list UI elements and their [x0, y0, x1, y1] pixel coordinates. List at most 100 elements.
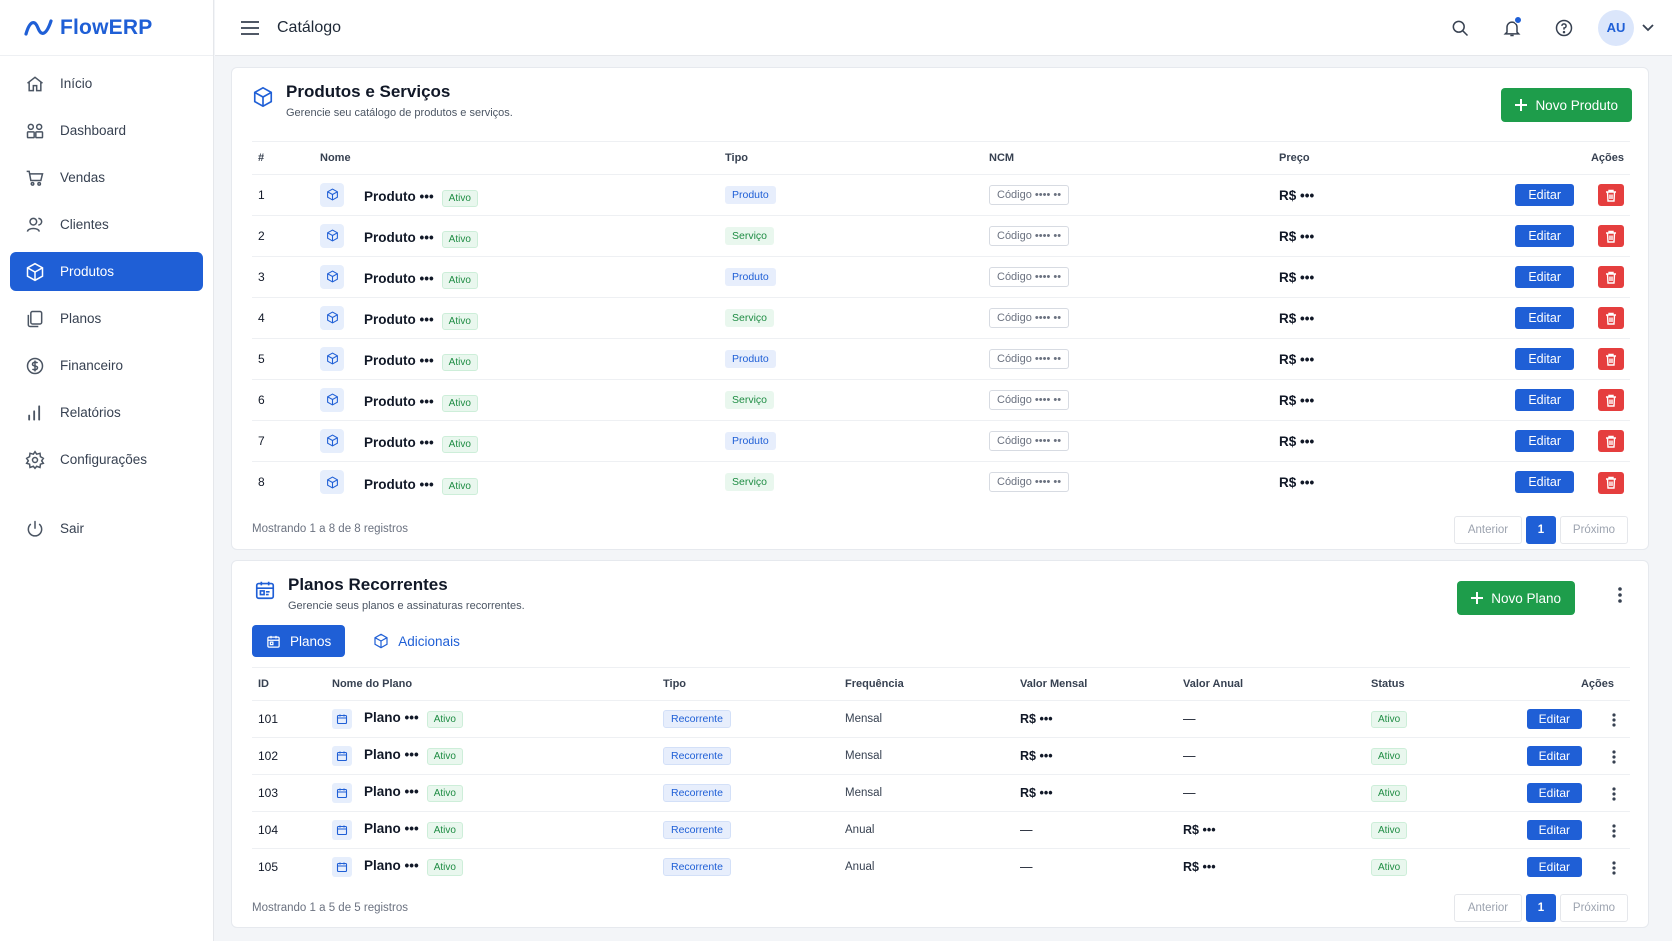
- product-name[interactable]: Produto •••: [364, 353, 434, 368]
- table-row[interactable]: 102 Plano ••• Ativo Recorrente Mensal R$ …: [252, 737, 1630, 775]
- edit-button[interactable]: Editar: [1526, 820, 1582, 840]
- edit-button[interactable]: Editar: [1526, 746, 1582, 766]
- delete-button[interactable]: [1598, 307, 1624, 330]
- new-product-button[interactable]: Novo Produto: [1501, 88, 1632, 122]
- next-page-button[interactable]: Próximo: [1560, 894, 1628, 922]
- search-icon[interactable]: [1434, 8, 1486, 48]
- plan-name[interactable]: Plano •••: [364, 747, 419, 762]
- sidebar-item-financeiro[interactable]: Financeiro: [10, 346, 203, 385]
- logout-button[interactable]: Sair: [10, 509, 203, 548]
- more-options-icon[interactable]: [1618, 587, 1622, 603]
- plan-name[interactable]: Plano •••: [364, 710, 419, 725]
- edit-button[interactable]: Editar: [1515, 470, 1574, 493]
- delete-button[interactable]: [1598, 389, 1624, 412]
- plans-title: Planos Recorrentes: [288, 575, 448, 594]
- frequency: Mensal: [845, 750, 883, 762]
- new-plan-button[interactable]: Novo Plano: [1457, 581, 1575, 615]
- product-name[interactable]: Produto •••: [364, 230, 434, 245]
- avatar[interactable]: AU: [1598, 9, 1634, 46]
- table-row[interactable]: 3 Produto ••• Ativo Produto Código •••• •…: [252, 256, 1630, 298]
- more-options-icon[interactable]: [1612, 787, 1616, 801]
- sidebar: FlowERP Início Dashboard Vendas Clientes…: [0, 0, 214, 941]
- table-row[interactable]: 8 Produto ••• Ativo Serviço Código •••• •…: [252, 461, 1630, 503]
- table-row[interactable]: 2 Produto ••• Ativo Serviço Código •••• •…: [252, 215, 1630, 257]
- trash-icon: [1606, 353, 1616, 366]
- table-row[interactable]: 103 Plano ••• Ativo Recorrente Mensal R$ …: [252, 774, 1630, 812]
- column-header: Tipo: [663, 678, 687, 690]
- table-row[interactable]: 101 Plano ••• Ativo Recorrente Mensal R$ …: [252, 700, 1630, 738]
- product-name[interactable]: Produto •••: [364, 394, 434, 409]
- delete-button[interactable]: [1598, 348, 1624, 371]
- plans-table-body: 101 Plano ••• Ativo Recorrente Mensal R$ …: [252, 700, 1630, 886]
- page-button[interactable]: 1: [1526, 894, 1556, 922]
- brand[interactable]: FlowERP: [0, 0, 213, 56]
- sidebar-item-relatorios[interactable]: Relatórios: [10, 393, 203, 432]
- table-row[interactable]: 7 Produto ••• Ativo Produto Código •••• •…: [252, 420, 1630, 462]
- type-badge: Serviço: [725, 309, 775, 327]
- calendar-icon: [332, 857, 352, 878]
- type-badge: Recorrente: [663, 821, 731, 839]
- products-subtitle: Gerencie seu catálogo de produtos e serv…: [286, 107, 513, 119]
- sidebar-item-inicio[interactable]: Início: [10, 64, 203, 103]
- edit-button[interactable]: Editar: [1526, 783, 1582, 803]
- delete-button[interactable]: [1598, 430, 1624, 453]
- delete-button[interactable]: [1598, 471, 1624, 494]
- delete-button[interactable]: [1598, 266, 1624, 289]
- edit-button[interactable]: Editar: [1515, 347, 1574, 370]
- plan-id: 105: [258, 860, 279, 875]
- more-options-icon[interactable]: [1612, 750, 1616, 764]
- edit-button[interactable]: Editar: [1515, 388, 1574, 411]
- prev-page-button[interactable]: Anterior: [1454, 894, 1522, 922]
- edit-button[interactable]: Editar: [1515, 429, 1574, 452]
- sidebar-item-label: Clientes: [60, 217, 109, 232]
- tab-planos[interactable]: Planos: [252, 625, 346, 657]
- row-number: 3: [258, 270, 265, 284]
- help-icon[interactable]: [1538, 8, 1590, 48]
- sidebar-item-configuracoes[interactable]: Configurações: [10, 440, 203, 479]
- sidebar-item-dashboard[interactable]: Dashboard: [10, 111, 203, 150]
- sidebar-item-produtos[interactable]: Produtos: [10, 252, 203, 291]
- sidebar-item-planos[interactable]: Planos: [10, 299, 203, 338]
- page-button[interactable]: 1: [1526, 516, 1556, 544]
- edit-button[interactable]: Editar: [1515, 306, 1574, 329]
- bell-icon[interactable]: [1486, 8, 1538, 48]
- product-name[interactable]: Produto •••: [364, 312, 434, 327]
- sidebar-item-clientes[interactable]: Clientes: [10, 205, 203, 244]
- more-options-icon[interactable]: [1612, 824, 1616, 838]
- calendar-icon: [332, 820, 352, 840]
- next-page-button[interactable]: Próximo: [1560, 516, 1628, 544]
- edit-button[interactable]: Editar: [1515, 224, 1574, 247]
- product-name[interactable]: Produto •••: [364, 477, 434, 492]
- edit-button[interactable]: Editar: [1515, 265, 1574, 288]
- table-row[interactable]: 6 Produto ••• Ativo Serviço Código •••• •…: [252, 379, 1630, 421]
- plan-name[interactable]: Plano •••: [364, 858, 419, 873]
- prev-page-button[interactable]: Anterior: [1454, 516, 1522, 544]
- plan-name[interactable]: Plano •••: [364, 784, 419, 799]
- product-name[interactable]: Produto •••: [364, 435, 434, 450]
- product-name[interactable]: Produto •••: [364, 189, 434, 204]
- plan-name[interactable]: Plano •••: [364, 821, 419, 836]
- column-header: Ações: [1590, 152, 1624, 164]
- delete-button[interactable]: [1598, 184, 1624, 207]
- dashboard-icon: [24, 120, 46, 142]
- table-row[interactable]: 105 Plano ••• Ativo Recorrente Anual — R$…: [252, 848, 1630, 886]
- edit-button[interactable]: Editar: [1526, 709, 1582, 729]
- edit-button[interactable]: Editar: [1515, 183, 1574, 206]
- type-badge: Recorrente: [663, 858, 731, 877]
- table-row[interactable]: 104 Plano ••• Ativo Recorrente Anual — R$…: [252, 811, 1630, 849]
- yearly-value: R$ •••: [1183, 823, 1216, 837]
- table-row[interactable]: 1 Produto ••• Ativo Produto Código •••• •…: [252, 174, 1630, 216]
- chevron-down-icon[interactable]: [1638, 23, 1658, 32]
- product-name[interactable]: Produto •••: [364, 271, 434, 286]
- tab-adicionais[interactable]: Adicionais: [359, 625, 474, 657]
- hamburger-menu-icon[interactable]: [237, 15, 263, 41]
- edit-button[interactable]: Editar: [1526, 857, 1582, 878]
- trash-icon: [1606, 435, 1616, 448]
- more-options-icon[interactable]: [1612, 861, 1616, 875]
- table-row[interactable]: 5 Produto ••• Ativo Produto Código •••• •…: [252, 338, 1630, 380]
- more-options-icon[interactable]: [1612, 713, 1616, 727]
- table-row[interactable]: 4 Produto ••• Ativo Serviço Código •••• •…: [252, 297, 1630, 339]
- ncm-code: Código •••• ••: [989, 390, 1070, 410]
- sidebar-item-vendas[interactable]: Vendas: [10, 158, 203, 197]
- delete-button[interactable]: [1598, 225, 1624, 248]
